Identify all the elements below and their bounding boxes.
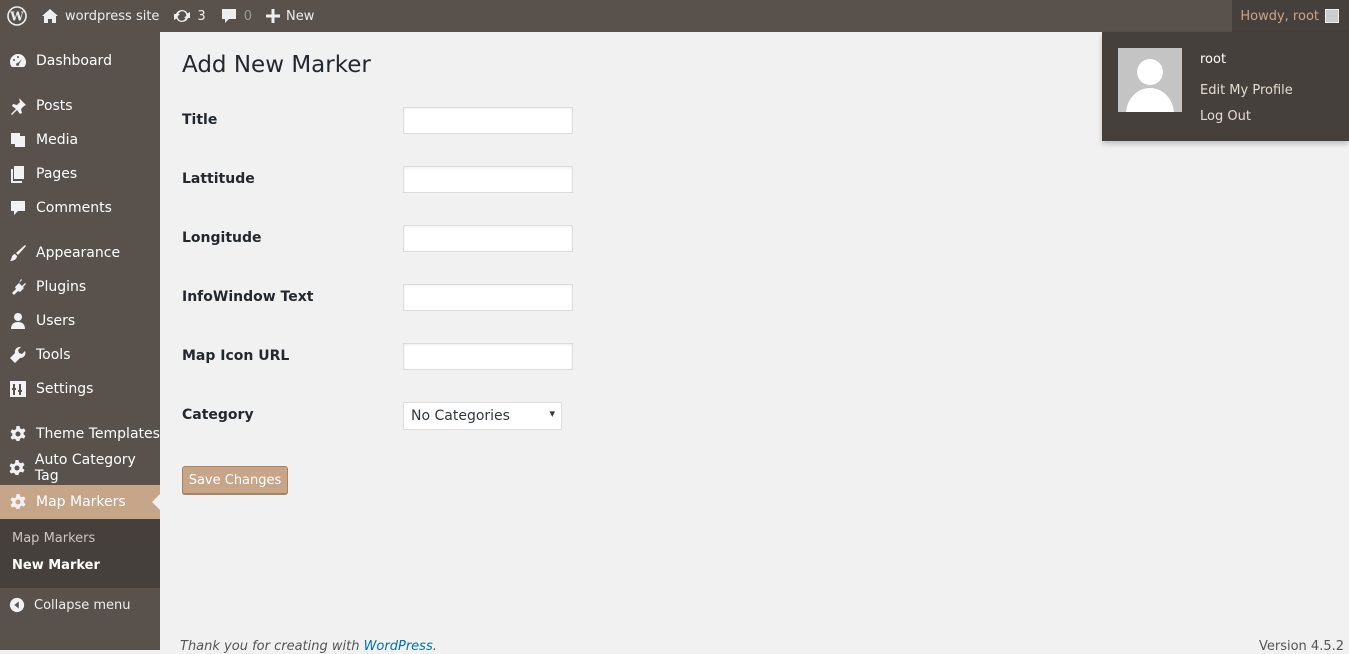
sidebar-item-map-markers[interactable]: Map Markers	[0, 485, 160, 519]
user-silhouette-icon	[1126, 59, 1174, 112]
pages-icon	[11, 166, 24, 183]
updates-link[interactable]: 3	[166, 0, 212, 32]
admin-bar: W wordpress site 3 0 New Howdy, root	[0, 0, 1349, 32]
logout-link[interactable]: Log Out	[1200, 109, 1251, 124]
title-input[interactable]	[403, 107, 573, 134]
new-content-link[interactable]: New	[259, 0, 321, 32]
sidebar-item-comments[interactable]: Comments	[0, 191, 160, 225]
sidebar-item-settings[interactable]: Settings	[0, 372, 160, 406]
page-title: Add New Marker	[182, 52, 371, 78]
plugin-icon	[12, 279, 26, 295]
comment-icon	[221, 9, 236, 23]
updates-icon	[174, 9, 191, 23]
edit-profile-link[interactable]: Edit My Profile	[1200, 83, 1293, 98]
longitude-input[interactable]	[403, 225, 573, 252]
category-label: Category	[182, 407, 254, 423]
submenu-new-marker[interactable]: New Marker	[12, 558, 100, 573]
infowindow-text-input[interactable]	[403, 284, 573, 311]
wrench-icon	[10, 346, 26, 363]
home-icon	[42, 9, 58, 23]
pin-icon	[11, 98, 26, 115]
map-icon-url-input[interactable]	[403, 343, 573, 370]
gear-icon	[10, 494, 26, 509]
save-changes-button[interactable]: Save Changes	[182, 466, 288, 494]
gear-icon	[10, 426, 26, 441]
lattitude-input[interactable]	[403, 166, 573, 193]
field-label: Longitude	[182, 230, 262, 246]
collapse-icon	[9, 597, 25, 613]
field-label: Map Icon URL	[182, 348, 290, 364]
dashboard-icon	[10, 54, 26, 67]
wordpress-icon: W	[7, 6, 27, 26]
sidebar-item-posts[interactable]: Posts	[0, 89, 160, 123]
avatar	[1325, 9, 1339, 23]
map-markers-submenu: Map Markers New Marker	[0, 519, 160, 588]
user-name: root	[1200, 52, 1227, 67]
wordpress-logo-button[interactable]: W	[0, 0, 34, 32]
svg-text:W: W	[9, 10, 24, 24]
submenu-map-markers[interactable]: Map Markers	[12, 531, 95, 546]
sidebar-item-auto-category-tag[interactable]: Auto Category Tag	[0, 451, 160, 485]
sidebar-item-media[interactable]: Media	[0, 123, 160, 157]
sidebar-item-users[interactable]: Users	[0, 304, 160, 338]
comment-icon	[11, 201, 25, 215]
category-select[interactable]: No Categories	[403, 402, 562, 430]
user-icon	[11, 313, 25, 329]
sidebar-item-dashboard[interactable]: Dashboard	[0, 44, 160, 78]
wordpress-link[interactable]: WordPress	[364, 639, 433, 654]
gear-icon	[9, 460, 25, 475]
field-label: Lattitude	[182, 171, 255, 187]
brush-icon	[10, 245, 26, 261]
site-name-link[interactable]: wordpress site	[34, 0, 166, 32]
sidebar-item-tools[interactable]: Tools	[0, 338, 160, 372]
footer-thanks: Thank you for creating with WordPress.	[180, 639, 437, 654]
sidebar-item-plugins[interactable]: Plugins	[0, 270, 160, 304]
sidebar-item-pages[interactable]: Pages	[0, 157, 160, 191]
sidebar-item-appearance[interactable]: Appearance	[0, 236, 160, 270]
collapse-menu-button[interactable]: Collapse menu	[0, 588, 160, 622]
sidebar-item-theme-templates[interactable]: Theme Templates	[0, 417, 160, 451]
media-icon	[11, 133, 25, 147]
field-label: InfoWindow Text	[182, 289, 314, 305]
field-label: Title	[182, 112, 218, 128]
plus-icon	[265, 9, 280, 23]
my-account-link[interactable]: Howdy, root	[1232, 0, 1349, 32]
comments-link[interactable]: 0	[213, 0, 259, 32]
avatar	[1118, 48, 1182, 112]
footer-version: Version 4.5.2	[1258, 639, 1344, 654]
settings-icon	[10, 381, 26, 397]
user-dropdown: root Edit My Profile Log Out	[1102, 32, 1349, 141]
